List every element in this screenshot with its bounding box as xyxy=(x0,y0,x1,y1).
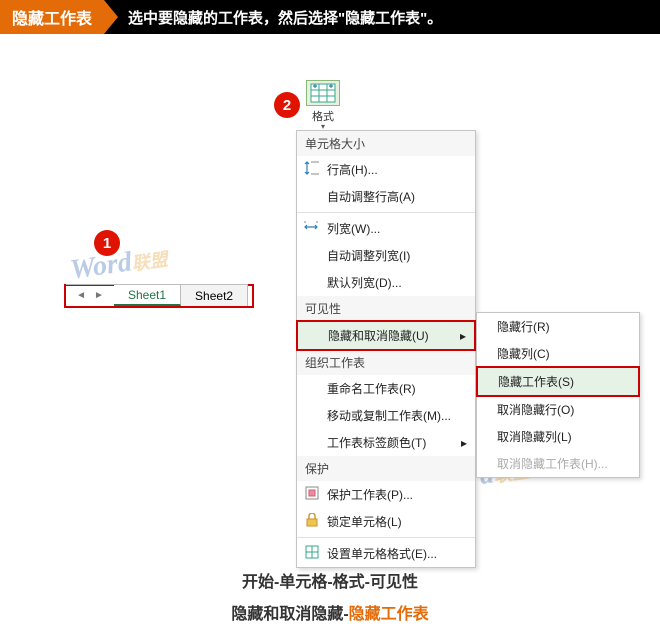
menu-item-protect-sheet[interactable]: 保护工作表(P)... xyxy=(297,481,475,508)
protect-icon xyxy=(303,486,321,503)
submenu-item-unhide-row[interactable]: 取消隐藏行(O) xyxy=(477,396,639,423)
callout-badge-2: 2 xyxy=(274,92,300,118)
row-height-icon xyxy=(303,161,321,178)
menu-item-hide-unhide[interactable]: 隐藏和取消隐藏(U) ▸ xyxy=(296,320,476,351)
sheet-scroll-buttons[interactable]: ◄ ► xyxy=(66,284,114,306)
menu-section-organize: 组织工作表 xyxy=(297,350,475,375)
hide-unhide-submenu: 隐藏行(R) 隐藏列(C) 隐藏工作表(S) 取消隐藏行(O) 取消隐藏列(L)… xyxy=(476,312,640,478)
lock-icon xyxy=(303,513,321,530)
submenu-arrow-icon: ▸ xyxy=(461,436,467,450)
sheet-tab-sheet1[interactable]: Sheet1 xyxy=(114,284,181,306)
menu-item-tab-color[interactable]: 工作表标签颜色(T) ▸ xyxy=(297,429,475,456)
submenu-item-unhide-col[interactable]: 取消隐藏列(L) xyxy=(477,423,639,450)
menu-section-visibility: 可见性 xyxy=(297,296,475,321)
menu-item-col-width[interactable]: 列宽(W)... xyxy=(297,215,475,242)
menu-item-autofit-row[interactable]: 自动调整行高(A) xyxy=(297,183,475,210)
format-ribbon-button[interactable]: 格式 ▾ xyxy=(303,80,343,131)
sheet-tab-strip: ◄ ► Sheet1 Sheet2 xyxy=(64,284,254,308)
menu-item-rename[interactable]: 重命名工作表(R) xyxy=(297,375,475,402)
scroll-right-icon[interactable]: ► xyxy=(94,290,104,301)
menu-divider xyxy=(297,537,475,538)
menu-item-default-width[interactable]: 默认列宽(D)... xyxy=(297,269,475,296)
menu-item-row-height[interactable]: 行高(H)... xyxy=(297,156,475,183)
submenu-item-unhide-sheet[interactable]: 取消隐藏工作表(H)... xyxy=(477,450,639,477)
submenu-item-hide-col[interactable]: 隐藏列(C) xyxy=(477,340,639,367)
menu-section-cell-size: 单元格大小 xyxy=(297,131,475,156)
menu-item-cell-format[interactable]: 设置单元格格式(E)... xyxy=(297,540,475,567)
breadcrumb-caption: 开始-单元格-格式-可见性 隐藏和取消隐藏-隐藏工作表 xyxy=(0,568,660,624)
sheet-tab-sheet2[interactable]: Sheet2 xyxy=(181,284,248,306)
callout-badge-1: 1 xyxy=(94,230,120,256)
header-bar: 隐藏工作表 选中要隐藏的工作表，然后选择"隐藏工作表"。 xyxy=(0,0,660,34)
menu-item-move-copy[interactable]: 移动或复制工作表(M)... xyxy=(297,402,475,429)
menu-section-protect: 保护 xyxy=(297,456,475,481)
header-title: 隐藏工作表 xyxy=(0,0,104,34)
cell-format-icon xyxy=(303,545,321,562)
col-width-icon xyxy=(303,220,321,237)
submenu-item-hide-sheet[interactable]: 隐藏工作表(S) xyxy=(476,366,640,397)
menu-divider xyxy=(297,212,475,213)
submenu-arrow-icon: ▸ xyxy=(460,329,466,343)
header-instruction: 选中要隐藏的工作表，然后选择"隐藏工作表"。 xyxy=(104,0,660,34)
format-icon xyxy=(306,80,340,106)
header-arrow-icon xyxy=(104,0,118,34)
caption-line2: 隐藏和取消隐藏-隐藏工作表 xyxy=(0,600,660,624)
caption-line1: 开始-单元格-格式-可见性 xyxy=(0,568,660,592)
submenu-item-hide-row[interactable]: 隐藏行(R) xyxy=(477,313,639,340)
format-dropdown-menu: 单元格大小 行高(H)... 自动调整行高(A) 列宽(W)... 自动调整列宽… xyxy=(296,130,476,568)
menu-item-autofit-col[interactable]: 自动调整列宽(I) xyxy=(297,242,475,269)
scroll-left-icon[interactable]: ◄ xyxy=(76,290,86,301)
menu-item-lock-cell[interactable]: 锁定单元格(L) xyxy=(297,508,475,535)
